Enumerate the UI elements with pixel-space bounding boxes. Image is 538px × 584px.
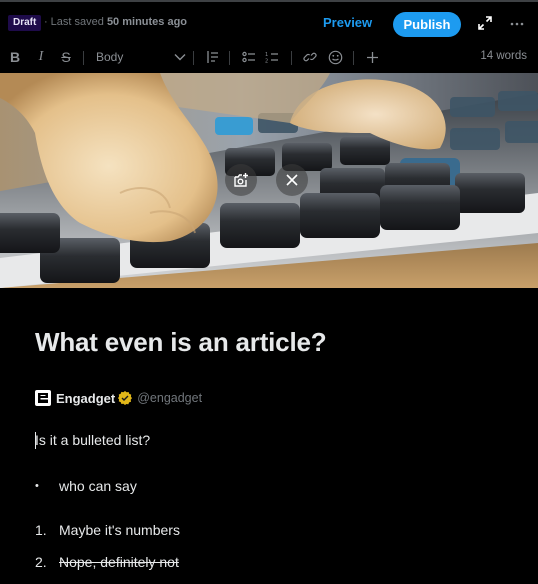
strikethrough-icon[interactable]: S (58, 47, 74, 67)
svg-text:2: 2 (265, 59, 268, 64)
number-marker: 2. (35, 554, 47, 570)
insert-plus-icon[interactable] (364, 47, 380, 67)
text-cursor (35, 432, 36, 449)
toolbar-divider (291, 51, 292, 65)
editor-header: Draft · Last saved 50 minutes ago Preview… (0, 2, 538, 40)
header-image[interactable] (0, 73, 538, 288)
more-horizontal-icon[interactable] (509, 17, 525, 29)
cat-keyboard-photo (0, 73, 538, 288)
link-icon[interactable] (302, 47, 318, 67)
publish-button[interactable]: Publish (393, 12, 461, 37)
author-name: Engadget (56, 390, 116, 406)
word-count: 14 words (480, 50, 527, 62)
list-item[interactable]: 2. Nope, definitely not (35, 554, 179, 570)
last-saved-status: · Last saved 50 minutes ago (44, 16, 188, 28)
svg-text:1: 1 (265, 52, 268, 58)
toolbar-divider (83, 51, 84, 65)
chevron-down-icon (174, 54, 186, 61)
italic-icon[interactable]: I (34, 47, 48, 67)
bold-icon[interactable]: B (8, 47, 22, 67)
block-style-value: Body (96, 50, 124, 64)
blockquote-icon[interactable] (205, 47, 221, 67)
saved-prefix: Last saved (50, 16, 104, 28)
block-style-select[interactable]: Body (96, 47, 186, 67)
list-item[interactable]: • who can say (35, 478, 137, 495)
article-title[interactable]: What even is an article? (35, 327, 327, 358)
verified-badge-icon (118, 391, 133, 405)
list-item[interactable]: 1. Maybe it's numbers (35, 522, 180, 538)
expand-arrows-icon[interactable] (478, 16, 492, 30)
toolbar-divider (229, 51, 230, 65)
toolbar-divider (193, 51, 194, 65)
formatting-toolbar: B I S Body 12 14 words (0, 42, 538, 73)
article-paragraph[interactable]: Is it a bulleted list? (35, 432, 150, 448)
status-badge: Draft (8, 15, 42, 31)
number-marker: 1. (35, 522, 47, 538)
list-item-text-strikethrough: Nope, definitely not (59, 554, 179, 570)
numbered-list-icon[interactable]: 12 (264, 47, 280, 67)
emoji-icon[interactable] (327, 47, 343, 67)
add-photo-icon (234, 173, 248, 187)
author-byline: Engadget @engadget (35, 389, 202, 407)
bullet-marker: • (35, 480, 39, 492)
close-icon (286, 174, 298, 186)
remove-image-button[interactable] (276, 164, 308, 196)
toolbar-divider (353, 51, 354, 65)
list-item-text: Maybe it's numbers (59, 522, 180, 538)
add-photo-button[interactable] (225, 164, 257, 196)
engadget-logo-icon (35, 390, 51, 406)
author-handle: @engadget (137, 391, 203, 405)
list-item-text: who can say (59, 478, 137, 494)
preview-button[interactable]: Preview (318, 12, 377, 34)
saved-time: 50 minutes ago (106, 16, 188, 28)
bulleted-list-icon[interactable] (241, 47, 257, 67)
